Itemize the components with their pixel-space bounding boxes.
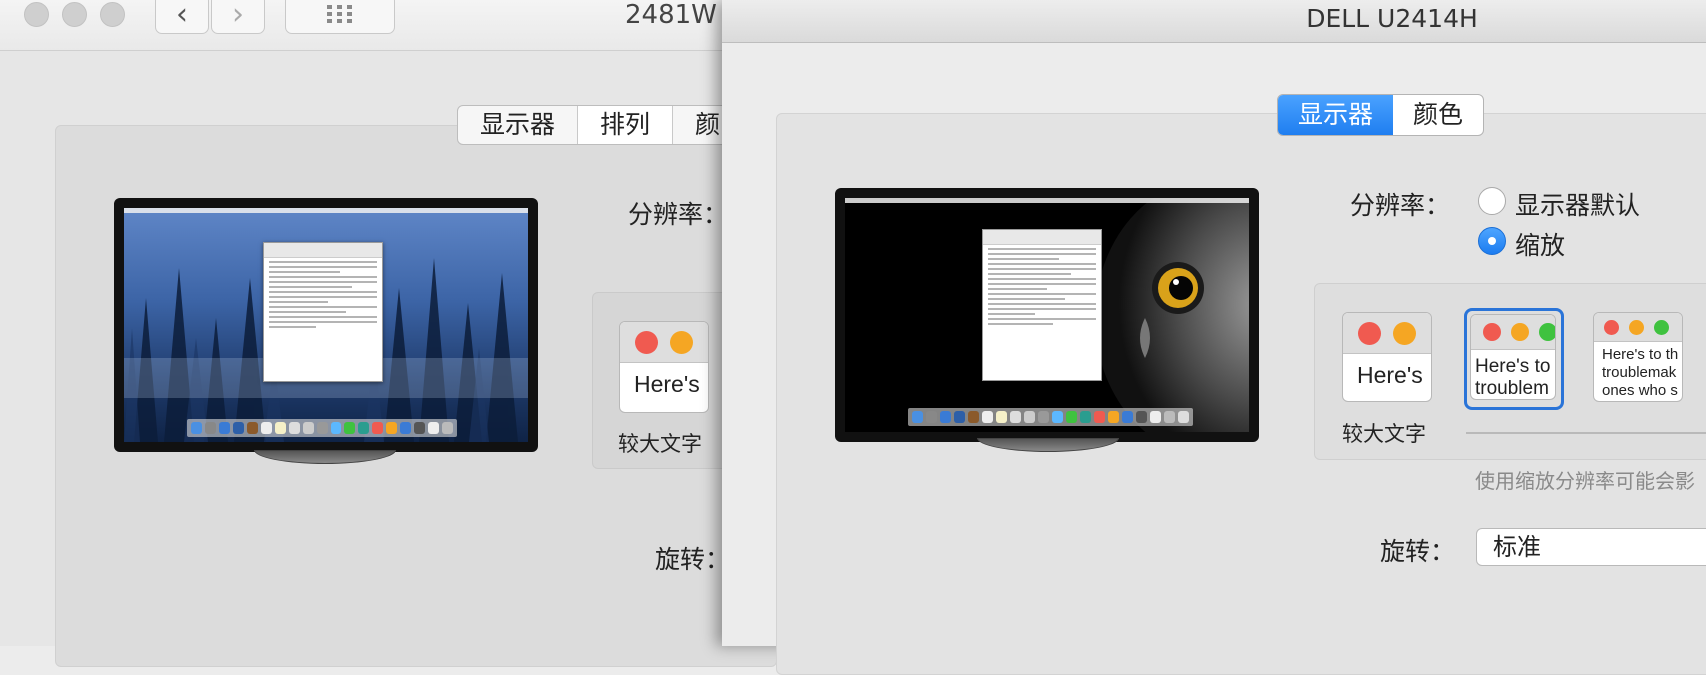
- back-thumb-text: Here's: [634, 371, 700, 397]
- back-close-button[interactable]: [24, 2, 49, 27]
- scale-warning-note: 使用缩放分辨率可能会影: [1475, 469, 1695, 493]
- preview-document-window-front: [982, 229, 1102, 381]
- red-dot-icon: [1604, 320, 1619, 335]
- scale-option-more-line1: Here's to th: [1602, 346, 1679, 363]
- rotation-select[interactable]: 标准: [1476, 528, 1706, 566]
- front-window-title: DELL U2414H: [1306, 4, 1478, 33]
- front-display-preview: [835, 188, 1259, 452]
- preview-menubar: [124, 208, 528, 213]
- option-display-default-label[interactable]: 显示器默认: [1515, 186, 1640, 222]
- forest-wallpaper: [124, 208, 528, 442]
- preview-dock: [187, 419, 457, 437]
- scale-option-more-space[interactable]: Here's to th troublemak ones who s: [1593, 312, 1683, 402]
- green-dot-icon: [1539, 323, 1555, 341]
- back-thumb-caption: 较大文字: [618, 432, 702, 456]
- tab-color[interactable]: 颜色: [1393, 95, 1483, 135]
- tab-display[interactable]: 显示器: [1278, 95, 1394, 135]
- preview-dock-front: [908, 408, 1193, 426]
- back-display-preview: [114, 198, 538, 464]
- resolution-label: 分辨率：: [1350, 191, 1451, 220]
- red-dot-icon: [1358, 322, 1381, 345]
- yellow-dot-icon: [1511, 323, 1529, 341]
- scale-option-caption: 较大文字: [1342, 422, 1426, 446]
- yellow-dot-icon: [1393, 322, 1416, 345]
- scale-option-larger-text[interactable]: Here's: [1342, 312, 1432, 402]
- preview-document-window: [263, 242, 383, 382]
- preview-menubar-front: [845, 198, 1249, 203]
- scale-option-medium-line2: troublem: [1475, 378, 1549, 399]
- yellow-dot-icon: [1629, 320, 1644, 335]
- back-nav-button[interactable]: ‹: [155, 0, 209, 34]
- red-dot-icon: [635, 331, 658, 354]
- scale-option-text: Here's: [1357, 362, 1423, 388]
- back-tab-display[interactable]: 显示器: [458, 106, 579, 144]
- yellow-dot-icon: [670, 331, 693, 354]
- red-dot-icon: [1483, 323, 1501, 341]
- radio-display-default[interactable]: [1478, 187, 1506, 215]
- back-window-titlebar: ‹ › 2481W: [0, 0, 760, 51]
- scale-option-more-line2: troublemak: [1602, 364, 1677, 381]
- back-tab-arrangement[interactable]: 排列: [578, 106, 674, 144]
- front-tab-bar: 显示器 颜色: [1277, 94, 1485, 136]
- scale-option-medium-line1: Here's to: [1475, 356, 1551, 377]
- scale-option-medium[interactable]: Here's to troublem: [1470, 314, 1556, 400]
- owl-wallpaper: [845, 198, 1249, 432]
- front-window-titlebar: DELL U2414H: [722, 0, 1706, 43]
- back-scale-option-larger-text[interactable]: Here's: [619, 321, 709, 413]
- back-zoom-button[interactable]: [100, 2, 125, 27]
- option-scaled-label[interactable]: 缩放: [1515, 226, 1565, 262]
- front-window: DELL U2414H 显示器 颜色 分辨率： 显示器默认 缩放 Here's …: [722, 0, 1706, 675]
- forward-chevron-icon: ›: [232, 0, 244, 32]
- scale-divider: [1466, 432, 1706, 434]
- forward-nav-button[interactable]: ›: [211, 0, 265, 34]
- scale-option-more-line3: ones who s: [1602, 382, 1678, 399]
- rotation-label: 旋转：: [1380, 537, 1456, 566]
- grid-icon: [327, 5, 352, 23]
- green-dot-icon: [1654, 320, 1669, 335]
- back-minimize-button[interactable]: [62, 2, 87, 27]
- radio-scaled[interactable]: [1478, 227, 1506, 255]
- back-rotation-label: 旋转：: [655, 545, 731, 574]
- back-resolution-label: 分辨率：: [628, 200, 729, 229]
- back-chevron-icon: ‹: [176, 0, 188, 32]
- back-window-title: 2481W: [625, 0, 717, 30]
- back-window: ‹ › 2481W 显示器 排列 颜 分辨率： Here's 较大文字 旋转：: [0, 0, 784, 667]
- back-tab-bar: 显示器 排列 颜: [457, 105, 745, 145]
- show-all-button[interactable]: [285, 0, 395, 34]
